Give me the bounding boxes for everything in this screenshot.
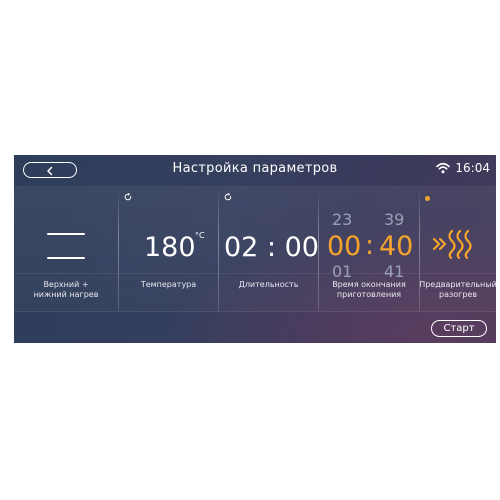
heating-mode-cell[interactable]: Верхний + нижний нагрев: [14, 187, 118, 311]
end-time-label: Время окончания приготовления: [319, 273, 419, 311]
duration-label: Длительность: [219, 273, 318, 311]
duration-value: 02 : 00: [224, 232, 319, 263]
parameters-panel: Верхний + нижний нагрев 180 °C Температу…: [14, 186, 496, 312]
preheat-active-dot: [425, 196, 430, 201]
heating-mode-label: Верхний + нижний нагрев: [14, 273, 118, 311]
reset-icon[interactable]: [224, 193, 232, 201]
temperature-cell[interactable]: 180 °C Температура: [119, 187, 218, 311]
clock: 16:04: [455, 161, 490, 175]
time-separator: :: [365, 230, 375, 261]
page-title: Настройка параметров: [172, 161, 338, 176]
start-button[interactable]: Старт: [431, 320, 487, 337]
end-time-cell[interactable]: 23 00 01 : 39 40 41 Время окончания приг…: [319, 187, 419, 311]
temperature-unit: °C: [195, 231, 205, 240]
temperature-value: 180: [144, 232, 196, 263]
minutes-selected[interactable]: 40: [379, 231, 413, 262]
preheat-icon: [432, 227, 476, 261]
hours-prev[interactable]: 23: [332, 210, 352, 229]
temperature-label: Температура: [119, 273, 218, 311]
oven-screen: Настройка параметров 16:04 Верхний + ниж…: [14, 155, 496, 343]
status-bar: 16:04: [436, 161, 490, 175]
reset-icon[interactable]: [124, 193, 132, 201]
hours-selected[interactable]: 00: [327, 231, 361, 262]
minutes-prev[interactable]: 39: [384, 210, 404, 229]
duration-cell[interactable]: 02 : 00 Длительность: [219, 187, 319, 311]
wifi-icon: [436, 162, 451, 174]
top-bottom-heat-icon: [47, 233, 85, 259]
preheat-cell[interactable]: Предварительный разогрев: [419, 187, 496, 311]
preheat-label: Предварительный разогрев: [419, 273, 496, 311]
